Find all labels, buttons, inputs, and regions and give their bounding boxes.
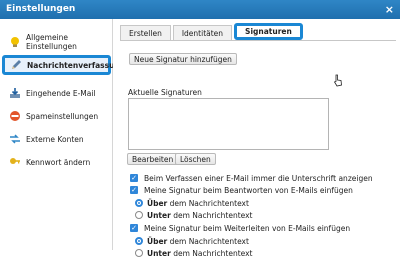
forward-above-label: Über dem Nachrichtentext bbox=[147, 237, 249, 246]
reply-signature-checkbox[interactable]: ✓ bbox=[130, 186, 138, 194]
always-signature-checkbox[interactable]: ✓ bbox=[130, 174, 138, 182]
reply-above-bold: Über bbox=[147, 199, 168, 208]
sidebar-item-spam[interactable]: Spameinstellungen bbox=[4, 110, 110, 122]
reply-above-radio[interactable] bbox=[135, 199, 143, 207]
hand-cursor-icon bbox=[333, 74, 342, 87]
window-title: Einstellungen bbox=[6, 4, 76, 14]
tab-bar: Erstellen Identitäten Signaturen bbox=[120, 23, 305, 40]
lightbulb-icon bbox=[9, 36, 21, 48]
reply-below-rest: dem Nachrichtentext bbox=[170, 211, 253, 220]
close-icon[interactable]: × bbox=[385, 3, 394, 16]
sidebar-item-label: Allgemeine Einstellungen bbox=[26, 33, 77, 51]
reply-above-label: Über dem Nachrichtentext bbox=[147, 199, 249, 208]
sidebar-item-external[interactable]: Externe Konten bbox=[4, 133, 110, 145]
signature-settings-panel: Erstellen Identitäten Signaturen Neue Si… bbox=[113, 19, 400, 258]
current-signatures-label: Aktuelle Signaturen bbox=[128, 88, 202, 97]
tab-signatures[interactable]: Signaturen bbox=[234, 23, 303, 40]
download-arrow-icon bbox=[9, 87, 21, 99]
forward-above-radio[interactable] bbox=[135, 237, 143, 245]
tab-create[interactable]: Erstellen bbox=[120, 25, 171, 40]
sidebar-label-line1: Allgemeine bbox=[26, 33, 69, 42]
reply-above-rest: dem Nachrichtentext bbox=[167, 199, 249, 208]
sidebar-item-password[interactable]: Kennwort ändern bbox=[4, 156, 110, 168]
tab-divider bbox=[120, 40, 396, 41]
forward-signature-checkbox[interactable]: ✓ bbox=[130, 224, 138, 232]
forward-below-bold: Unter bbox=[147, 249, 171, 258]
sidebar-label-line2: Einstellungen bbox=[26, 42, 77, 51]
forward-below-label: Unter dem Nachrichtentext bbox=[147, 249, 253, 258]
forward-below-radio[interactable] bbox=[135, 249, 143, 257]
reply-below-label: Unter dem Nachrichtentext bbox=[147, 211, 253, 220]
edit-button[interactable]: Bearbeiten bbox=[127, 153, 179, 165]
key-icon bbox=[9, 156, 21, 168]
pencil-icon bbox=[10, 59, 22, 71]
sidebar-item-label: Nachrichtenverfassung bbox=[27, 60, 126, 70]
sidebar-item-composition[interactable]: Nachrichtenverfassung bbox=[2, 55, 125, 75]
forward-signature-label: Meine Signatur beim Weiterleiten von E-M… bbox=[144, 224, 351, 233]
reply-below-bold: Unter bbox=[147, 211, 171, 220]
no-entry-icon bbox=[9, 110, 21, 122]
window-titlebar: Einstellungen × bbox=[0, 0, 400, 19]
reply-signature-label: Meine Signatur beim Beantworten von E-Ma… bbox=[144, 186, 353, 195]
sidebar-item-incoming[interactable]: Eingehende E-Mail bbox=[4, 87, 110, 99]
settings-sidebar: Allgemeine Einstellungen Nachrichtenverf… bbox=[0, 19, 125, 250]
sidebar-item-label: Spameinstellungen bbox=[26, 111, 99, 121]
always-signature-label: Beim Verfassen einer E-Mail immer die Un… bbox=[144, 174, 373, 183]
forward-below-rest: dem Nachrichtentext bbox=[170, 249, 253, 258]
add-signature-button[interactable]: Neue Signatur hinzufügen bbox=[129, 53, 237, 65]
forward-above-bold: Über bbox=[147, 237, 168, 246]
arrows-icon bbox=[9, 133, 21, 145]
forward-above-rest: dem Nachrichtentext bbox=[167, 237, 249, 246]
tab-identities[interactable]: Identitäten bbox=[172, 25, 233, 40]
signatures-list[interactable] bbox=[128, 98, 329, 150]
sidebar-item-general[interactable]: Allgemeine Einstellungen bbox=[4, 33, 110, 51]
sidebar-item-label: Kennwort ändern bbox=[26, 157, 91, 167]
reply-below-radio[interactable] bbox=[135, 211, 143, 219]
sidebar-item-label: Eingehende E-Mail bbox=[26, 88, 96, 98]
sidebar-item-label: Externe Konten bbox=[26, 134, 84, 144]
delete-button[interactable]: Löschen bbox=[175, 153, 216, 165]
